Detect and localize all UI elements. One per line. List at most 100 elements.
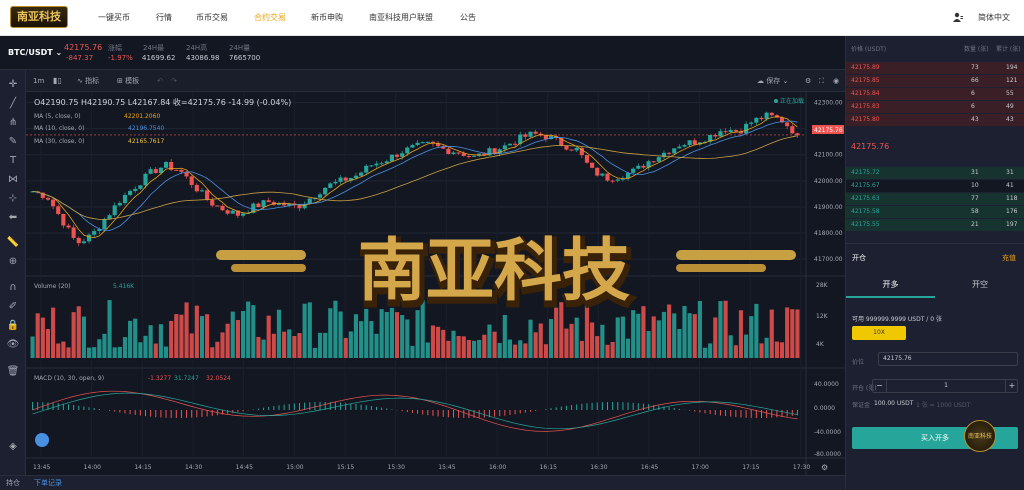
undo-icon[interactable]: ↶ xyxy=(154,74,166,88)
layers-icon[interactable]: ◈ xyxy=(6,440,20,454)
macd-histogram-bar xyxy=(791,410,793,416)
zoom-in-icon[interactable]: ⊕ xyxy=(6,255,20,269)
candle-body xyxy=(656,157,661,162)
time-tick-label: 15:45 xyxy=(438,464,455,471)
chart-settings-icon[interactable]: ⚙ xyxy=(821,463,828,472)
candle-body xyxy=(389,154,394,162)
fullscreen-icon[interactable]: ⛶ xyxy=(816,74,827,88)
text-tool-icon[interactable]: T xyxy=(6,154,20,168)
ruler-icon[interactable]: 📏 xyxy=(6,236,20,250)
macd-histogram-bar xyxy=(422,410,424,415)
candle-body xyxy=(728,130,733,132)
brush-icon[interactable]: ✎ xyxy=(6,135,20,149)
eye-icon[interactable]: 👁 xyxy=(6,338,20,352)
macd-histogram-bar xyxy=(432,410,434,416)
measure-icon[interactable]: ⊹ xyxy=(6,192,20,206)
plus-icon[interactable]: + xyxy=(1005,380,1018,392)
ask-row[interactable]: 42175.84 6 55 xyxy=(846,88,1024,100)
bid-row[interactable]: 42175.67 10 41 xyxy=(846,180,1024,192)
time-tick-label: 15:00 xyxy=(286,464,303,471)
tab-open-position[interactable]: 开仓 xyxy=(852,253,866,263)
price-chart[interactable]: 42300.0042200.0042100.0042000.0041900.00… xyxy=(26,92,845,475)
language-selector[interactable]: 简体中文 xyxy=(978,0,1010,36)
macd-histogram-bar xyxy=(607,402,608,410)
macd-histogram-bar xyxy=(704,410,706,414)
redo-icon[interactable]: ↷ xyxy=(168,74,180,88)
tab-order-history[interactable]: 下单记录 xyxy=(34,478,62,488)
lock-icon[interactable]: 🔒 xyxy=(6,319,20,333)
minus-icon[interactable]: − xyxy=(873,380,887,392)
chevron-down-icon: ⌄ xyxy=(782,77,789,85)
candle-body xyxy=(323,187,328,195)
arrow-left-icon[interactable]: ⬅ xyxy=(6,211,20,225)
tab-open-short[interactable]: 开空 xyxy=(935,274,1024,298)
quantity-input[interactable]: 1 xyxy=(887,380,1005,392)
magnet-icon[interactable]: ∩ xyxy=(6,281,20,295)
price-input[interactable]: 42175.76 xyxy=(878,352,1018,366)
ask-row[interactable]: 42175.80 43 43 xyxy=(846,114,1024,126)
support-avatar[interactable]: 南亚科技 xyxy=(964,420,996,452)
user-icon[interactable] xyxy=(953,12,963,22)
trash-icon[interactable]: 🗑 xyxy=(6,365,20,379)
price-tick-label: 42300.00 xyxy=(814,100,843,107)
candle-body xyxy=(687,140,692,146)
candle-body xyxy=(405,147,410,154)
nav-item-alliance[interactable]: 南亚科技用户联盟 xyxy=(369,0,433,36)
save-button[interactable]: ☁ 保存 ⌄ xyxy=(754,74,791,88)
brand-logo[interactable]: 南亚科技 xyxy=(10,6,68,28)
volume-bar xyxy=(66,347,71,358)
nav-item-contract[interactable]: 合约交易 xyxy=(254,0,286,36)
trend-line-icon[interactable]: ╱ xyxy=(6,97,20,111)
bid-row[interactable]: 42175.72 31 31 xyxy=(846,167,1024,179)
bid-row[interactable]: 42175.58 58 176 xyxy=(846,206,1024,218)
macd-histogram-bar xyxy=(293,403,295,410)
macd-histogram-bar xyxy=(678,408,680,410)
indicators-button[interactable]: ∿ 指标 xyxy=(74,74,102,88)
candle-body xyxy=(605,173,610,181)
macd-histogram-bar xyxy=(268,406,270,410)
nav-item-notice[interactable]: 公告 xyxy=(460,0,476,36)
volume-bar xyxy=(323,332,328,358)
tab-positions[interactable]: 持仓 xyxy=(6,478,20,488)
cloud-sync-icon[interactable] xyxy=(35,433,49,447)
nav-item-market[interactable]: 行情 xyxy=(156,0,172,36)
nav-item-quick-buy[interactable]: 一键买币 xyxy=(98,0,130,36)
leverage-button[interactable]: 10X xyxy=(852,326,906,340)
quantity-stepper[interactable]: − 1 + xyxy=(872,379,1018,393)
ask-row[interactable]: 42175.83 6 49 xyxy=(846,101,1024,113)
macd-histogram-bar xyxy=(427,410,429,416)
macd-histogram-bar xyxy=(252,409,254,410)
candle-body xyxy=(179,169,184,172)
volume-bar xyxy=(728,335,733,358)
candle-body xyxy=(369,165,374,167)
settings-icon[interactable]: ⚙ xyxy=(802,74,814,88)
crosshair-icon[interactable]: ✛ xyxy=(6,78,20,92)
camera-icon[interactable]: ◉ xyxy=(830,74,842,88)
volume-bar xyxy=(148,325,153,358)
candle-type-icon[interactable]: ▮▯ xyxy=(50,74,65,88)
ask-row[interactable]: 42175.85 66 121 xyxy=(846,75,1024,87)
bid-row[interactable]: 42175.55 21 197 xyxy=(846,219,1024,231)
candle-body xyxy=(194,184,199,192)
tab-open-long[interactable]: 开多 xyxy=(846,274,935,298)
pattern-icon[interactable]: ⋈ xyxy=(6,173,20,187)
nav-item-new-coin[interactable]: 新币申购 xyxy=(311,0,343,36)
bid-row[interactable]: 42175.63 77 118 xyxy=(846,193,1024,205)
pair-selector[interactable]: BTC/USDT ⌄ xyxy=(8,48,62,57)
macd-histogram-bar xyxy=(699,410,701,413)
macd-histogram-bar xyxy=(622,402,624,410)
nav-item-spot[interactable]: 币币交易 xyxy=(196,0,228,36)
template-button[interactable]: ⊞ 模板 xyxy=(114,74,142,88)
volume-bar xyxy=(708,343,713,358)
recharge-link[interactable]: 充值 xyxy=(1002,253,1016,263)
lock-draw-icon[interactable]: ✐ xyxy=(6,300,20,314)
macd-histogram-bar xyxy=(88,407,90,410)
interval-selector[interactable]: 1m xyxy=(30,74,47,88)
macd-histogram-bar xyxy=(129,410,131,415)
pitchfork-icon[interactable]: ⋔ xyxy=(6,116,20,130)
macd-histogram-bar xyxy=(114,410,116,412)
bid-qty: 77 xyxy=(971,195,979,202)
ask-row[interactable]: 42175.89 73 194 xyxy=(846,62,1024,74)
macd-histogram-bar xyxy=(155,410,157,418)
volume-bar xyxy=(117,346,122,358)
